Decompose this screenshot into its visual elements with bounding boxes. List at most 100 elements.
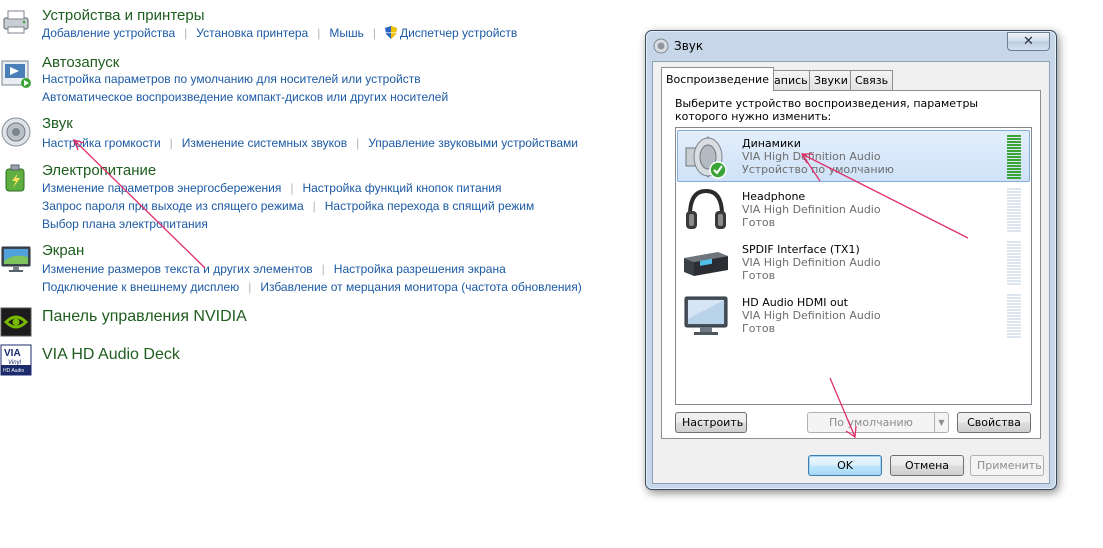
link-change-system-sounds[interactable]: Изменение системных звуков xyxy=(182,136,347,150)
link-external-display[interactable]: Подключение к внешнему дисплею xyxy=(42,280,239,294)
device-name: SPDIF Interface (TX1) xyxy=(742,243,860,256)
meter-segment xyxy=(1007,203,1021,205)
level-meter xyxy=(1007,241,1021,285)
chevron-down-icon: ▼ xyxy=(934,413,948,432)
speaker-icon xyxy=(653,38,669,54)
sound-dialog: Звук ✕ Воспроизведение Запись Звуки Связ… xyxy=(645,30,1057,490)
ok-button[interactable]: OK xyxy=(808,455,882,476)
device-name: Динамики xyxy=(742,137,801,150)
link-row: Настройка параметров по умолчанию для но… xyxy=(42,70,421,88)
category-title[interactable]: VIA HD Audio Deck xyxy=(42,345,180,365)
meter-segment xyxy=(1007,241,1021,243)
device-status: Готов xyxy=(742,269,776,282)
level-meter xyxy=(1007,294,1021,338)
meter-segment xyxy=(1007,138,1021,140)
playback-panel: Выберите устройство воспроизведения, пар… xyxy=(661,90,1041,439)
meter-segment xyxy=(1007,230,1021,232)
via-logo-text: VIA xyxy=(4,348,21,359)
meter-segment xyxy=(1007,306,1021,308)
tab-playback[interactable]: Воспроизведение xyxy=(661,67,774,91)
link-add-device[interactable]: Добавление устройства xyxy=(42,26,175,40)
uac-shield-icon xyxy=(384,26,397,39)
tab-communications[interactable]: Связь xyxy=(850,70,894,90)
link-row: Выбор плана электропитания xyxy=(42,215,208,233)
link-row: Запрос пароля при выходе из спящего режи… xyxy=(42,197,534,215)
via-vinyl-icon: VIA Vinyl HD Audio xyxy=(0,344,32,376)
device-driver: VIA High Definition Audio xyxy=(742,150,881,163)
control-panel: Устройства и принтеры Добавление устройс… xyxy=(0,0,620,548)
link-row: Добавление устройства | Установка принтера… xyxy=(42,24,517,42)
meter-segment xyxy=(1007,277,1021,279)
display-icon xyxy=(1,246,31,272)
meter-segment xyxy=(1007,221,1021,223)
autoplay-icon xyxy=(1,60,31,88)
meter-segment xyxy=(1007,159,1021,161)
properties-button[interactable]: Свойства xyxy=(957,412,1031,433)
meter-segment xyxy=(1007,312,1021,314)
meter-segment xyxy=(1007,153,1021,155)
link-row: Настройка громкости | Изменение системных … xyxy=(42,134,578,152)
set-default-label: По умолчанию xyxy=(829,416,913,429)
meter-segment xyxy=(1007,168,1021,170)
monitor-icon xyxy=(684,296,728,335)
meter-segment xyxy=(1007,174,1021,176)
link-adjust-volume[interactable]: Настройка громкости xyxy=(42,136,161,150)
meter-segment xyxy=(1007,253,1021,255)
hd-audio-logo-text: HD Audio xyxy=(3,368,24,374)
separator: | xyxy=(312,199,316,213)
meter-segment xyxy=(1007,227,1021,229)
meter-segment xyxy=(1007,212,1021,214)
link-power-buttons[interactable]: Настройка функций кнопок питания xyxy=(302,181,501,195)
meter-segment xyxy=(1007,144,1021,146)
meter-segment xyxy=(1007,259,1021,261)
meter-segment xyxy=(1007,218,1021,220)
link-add-printer[interactable]: Установка принтера xyxy=(196,26,308,40)
meter-segment xyxy=(1007,303,1021,305)
apply-button: Применить xyxy=(970,455,1044,476)
meter-segment xyxy=(1007,244,1021,246)
meter-segment xyxy=(1007,156,1021,158)
category-title[interactable]: Устройства и принтеры xyxy=(42,6,204,26)
title-bar[interactable]: Звук ✕ xyxy=(646,31,1056,61)
meter-segment xyxy=(1007,177,1021,179)
cancel-button[interactable]: Отмена xyxy=(890,455,964,476)
link-manage-audio-devices[interactable]: Управление звуковыми устройствами xyxy=(368,136,578,150)
link-mouse[interactable]: Мышь xyxy=(329,26,364,40)
meter-segment xyxy=(1007,262,1021,264)
link-power-settings[interactable]: Изменение параметров энергосбережения xyxy=(42,181,281,195)
link-autoplay-defaults[interactable]: Настройка параметров по умолчанию для но… xyxy=(42,72,421,86)
list-item[interactable]: HD Audio HDMI out VIA High Definition Au… xyxy=(677,289,1030,341)
meter-segment xyxy=(1007,294,1021,296)
meter-segment xyxy=(1007,265,1021,267)
category-title[interactable]: Электропитание xyxy=(42,161,156,181)
link-row: Изменение параметров энергосбережения | На… xyxy=(42,179,501,197)
meter-segment xyxy=(1007,274,1021,276)
category-title[interactable]: Экран xyxy=(42,241,84,261)
speaker-icon xyxy=(685,135,727,179)
meter-segment xyxy=(1007,247,1021,249)
tab-sounds[interactable]: Звуки xyxy=(809,70,853,90)
device-name: HD Audio HDMI out xyxy=(742,296,848,309)
set-default-button: По умолчанию ▼ xyxy=(807,412,949,433)
meter-segment xyxy=(1007,197,1021,199)
link-text-size[interactable]: Изменение размеров текста и других элеме… xyxy=(42,262,313,276)
link-autoplay-cd[interactable]: Автоматическое воспроизведение компакт-д… xyxy=(42,90,448,104)
playback-device-list[interactable]: Динамики VIA High Definition Audio Устро… xyxy=(675,127,1032,405)
list-item[interactable]: SPDIF Interface (TX1) VIA High Definitio… xyxy=(677,236,1030,288)
configure-button[interactable]: Настроить xyxy=(675,412,747,433)
link-screen-resolution[interactable]: Настройка разрешения экрана xyxy=(334,262,506,276)
link-device-manager[interactable]: Диспетчер устройств xyxy=(400,26,517,40)
link-refresh-rate[interactable]: Избавление от мерцания монитора (частота… xyxy=(260,280,581,294)
meter-segment xyxy=(1007,224,1021,226)
list-item[interactable]: Динамики VIA High Definition Audio Устро… xyxy=(677,130,1030,182)
close-button[interactable]: ✕ xyxy=(1007,32,1050,51)
category-title[interactable]: Панель управления NVIDIA xyxy=(42,307,247,327)
separator: | xyxy=(372,26,376,40)
list-item[interactable]: Headphone VIA High Definition Audio Гото… xyxy=(677,183,1030,235)
link-wake-password[interactable]: Запрос пароля при выходе из спящего режи… xyxy=(42,199,304,213)
category-title[interactable]: Звук xyxy=(42,114,73,134)
separator: | xyxy=(356,136,360,150)
device-status: Готов xyxy=(742,322,776,335)
link-sleep-settings[interactable]: Настройка перехода в спящий режим xyxy=(325,199,534,213)
link-power-plan[interactable]: Выбор плана электропитания xyxy=(42,217,208,231)
